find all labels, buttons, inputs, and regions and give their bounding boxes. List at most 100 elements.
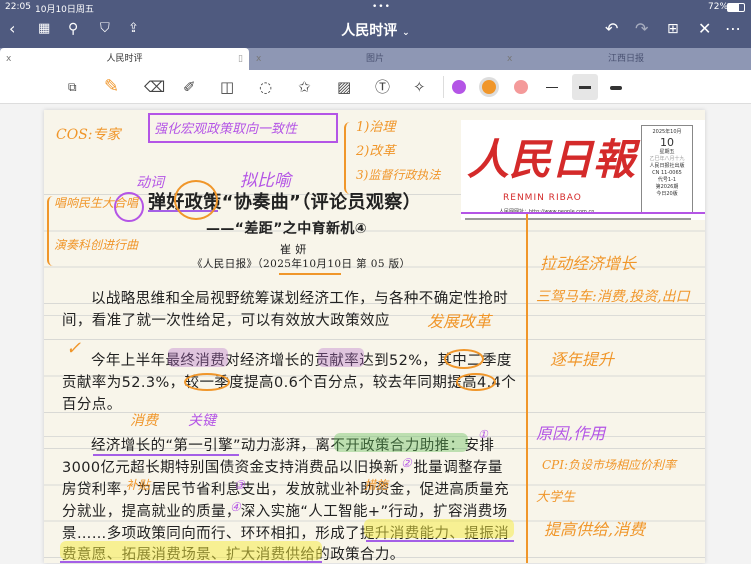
tab-label: 人民时评	[106, 54, 143, 64]
top-bar: 22:05 10月10日周五 ••• 72% ‹ ▦ ⚲ ⛉ ⇪ 人民时评 ⌄ …	[0, 0, 751, 48]
tab-jiangxi-daily[interactable]: x 江西日报	[501, 48, 751, 70]
tab-close-icon[interactable]: x	[6, 48, 11, 70]
underline-purple	[93, 454, 239, 456]
more-icon[interactable]: ⋯	[725, 20, 741, 38]
chevron-down-icon: ⌄	[402, 28, 410, 38]
handwritten-note: 3)监督行政执法	[356, 168, 441, 182]
read-mode-icon[interactable]: ⧉	[68, 78, 77, 96]
masthead-date-box: 2025年10月 10 星期五 乙巳年八月十九 人民日报社出版 CN 11-00…	[641, 125, 693, 213]
circle-q1	[184, 373, 230, 391]
underline-orange	[279, 273, 341, 275]
handwritten-note: 2)改革	[356, 144, 396, 159]
masthead-weekday: 星期五	[659, 149, 675, 155]
handwritten-note: 唱响民生大合唱	[54, 196, 139, 210]
masthead-issue: 第2026期	[655, 184, 679, 190]
article-source: 《人民日报》（2025年10月10日 第 05 版）	[192, 258, 411, 270]
handwritten-note: ①	[478, 428, 488, 441]
laser-pointer-icon[interactable]: ✧	[413, 78, 426, 96]
masthead-day: 10	[660, 136, 674, 149]
tab-images[interactable]: x 图片	[250, 48, 500, 70]
brace	[344, 122, 350, 194]
tab-close-icon[interactable]: x	[256, 48, 261, 70]
highlight-policy-support	[334, 433, 468, 452]
newspaper-masthead: 人民日報 RENMIN RIBAO 人民网网址：http://www.peopl…	[461, 120, 705, 220]
tab-label: 图片	[365, 54, 384, 64]
redo-icon[interactable]: ↷	[635, 20, 648, 38]
stroke-medium-selected[interactable]	[572, 74, 598, 100]
masthead-paper: 人民日报社出版	[649, 163, 685, 169]
circle-52-percent	[444, 349, 484, 369]
handwritten-note: ③	[234, 478, 245, 492]
masthead-rule	[465, 218, 691, 220]
tab-close-icon[interactable]: x	[507, 48, 512, 70]
paragraph-3-line: 分就业，提高就业的质量，深入实施“人工智能+”行动，扩容消费场	[62, 504, 508, 520]
multitask-dots-icon[interactable]: •••	[372, 2, 391, 12]
article-author: 崔 妍	[280, 243, 307, 256]
handwritten-note: 演奏科创进行曲	[54, 238, 139, 252]
undo-icon[interactable]: ↶	[605, 20, 618, 38]
split-view-icon[interactable]: ▯	[238, 48, 243, 70]
add-page-icon[interactable]: ⊞	[667, 20, 679, 38]
eraser-icon[interactable]: ⌫	[144, 78, 165, 96]
image-icon[interactable]: ▨	[337, 78, 351, 96]
battery-icon	[727, 3, 745, 12]
handwritten-note: 措施	[364, 478, 389, 492]
handwritten-note: ④	[230, 500, 241, 514]
masthead-lunar: 乙巳年八月十九	[649, 156, 685, 162]
handwritten-note: 关键	[188, 413, 216, 429]
highlight-yellow	[364, 519, 514, 538]
underline-purple	[366, 540, 514, 542]
handwritten-note: 发展改革	[427, 312, 492, 331]
battery-percent: 72%	[708, 2, 729, 12]
handwritten-note: COS:专家	[56, 127, 121, 143]
close-icon[interactable]: ✕	[698, 20, 711, 38]
drawing-toolbar: ⧉ ✎ ⌫ ✐ ◫ ◌ ✩ ▨ Ⓣ ✧	[0, 70, 751, 104]
purple-line	[461, 212, 705, 214]
title-text: 人民时评	[341, 23, 398, 39]
stroke-thin[interactable]	[546, 87, 558, 88]
stroke-thick[interactable]	[610, 86, 622, 90]
handwritten-note: 大学生	[536, 490, 576, 505]
handwritten-note: 三驾马车:消费,投资,出口	[536, 289, 690, 305]
handwritten-note: 提高供给,消费	[544, 520, 646, 539]
color-purple[interactable]	[452, 80, 466, 94]
handwritten-note: 拉动经济增长	[540, 254, 637, 273]
highlight-yellow	[60, 541, 322, 560]
handwritten-note: CPI:负设市场相应价利率	[542, 458, 677, 472]
lasso-icon[interactable]: ◌	[259, 78, 272, 96]
masthead-pages: 今日20版	[656, 191, 678, 197]
circle-policy	[174, 180, 218, 220]
masthead-pinyin: RENMIN RIBAO	[503, 193, 582, 203]
paragraph-2-line: 百分点。	[62, 397, 122, 413]
brace	[47, 196, 53, 266]
note-page[interactable]: 人民日報 RENMIN RIBAO 人民网网址：http://www.peopl…	[44, 110, 705, 563]
color-pink[interactable]	[514, 80, 528, 94]
sticker-icon[interactable]: ✩	[298, 78, 311, 96]
pen-tool-icon[interactable]: ✎	[104, 78, 119, 96]
highlighter-icon[interactable]: ✐	[183, 78, 196, 96]
tab-label: 江西日报	[607, 54, 644, 64]
highlight-contribution-rate	[318, 348, 364, 367]
handwritten-note: 强化宏观政策取向一致性	[154, 122, 298, 137]
masthead-code: 代号1-1	[657, 177, 677, 183]
article-subtitle: ——“差距”之中育新机④	[206, 221, 368, 237]
handwritten-note: 原因,作用	[536, 424, 606, 443]
shapes-icon[interactable]: ◫	[220, 78, 234, 96]
status-date: 10月10日周五	[35, 5, 94, 15]
paragraph-1-line: 间，看准了就一次性给足，可以有效放大政策效应	[62, 313, 390, 329]
handwritten-note: 补贴	[126, 478, 151, 492]
handwritten-note: 1)治理	[356, 120, 396, 135]
status-time: 22:05	[5, 2, 31, 12]
handwritten-note: 消费	[130, 413, 158, 429]
color-orange-selected[interactable]	[482, 80, 496, 94]
tab-bar: x 人民时评 ▯ x 图片 x 江西日报	[0, 48, 751, 70]
paragraph-3-line: 3000亿元超长期特别国债资金支持消费品以旧换新，批量调整存量	[62, 460, 503, 476]
checkmark-icon: ✓	[66, 338, 82, 359]
tab-renmin-shiping[interactable]: x 人民时评 ▯	[0, 48, 249, 70]
paragraph-1-line: 以战略思维和全局视野统筹谋划经济工作，与各种不确定性抢时	[91, 291, 509, 307]
handwritten-note: ②	[401, 456, 412, 470]
text-box-icon[interactable]: Ⓣ	[375, 78, 390, 96]
divider	[443, 76, 444, 98]
masthead-date: 2025年10月	[652, 129, 682, 135]
paragraph-2-line: 贡献率为52.3%，较一季度提高0.6个百分点，较去年同期提高4.4个	[62, 375, 517, 391]
